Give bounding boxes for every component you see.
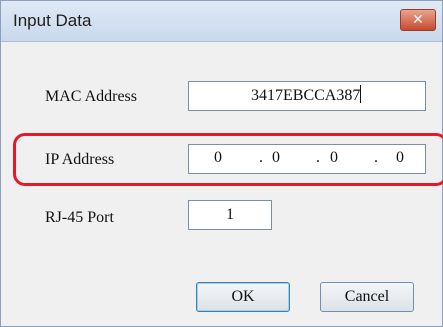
text-caret (360, 85, 362, 103)
input-data-dialog: Input Data ✕ MAC Address 3417EBCCA387 IP… (0, 0, 443, 327)
ip-address-highlight (13, 133, 443, 186)
mac-address-input[interactable]: 3417EBCCA387 (188, 81, 426, 111)
mac-address-label: MAC Address (45, 88, 138, 105)
rj45-port-label: RJ-45 Port (45, 209, 114, 226)
window-title: Input Data (13, 11, 92, 30)
rj45-port-input[interactable]: 1 (188, 200, 272, 230)
mac-address-value: 3417EBCCA387 (251, 87, 361, 104)
title-bar[interactable]: Input Data ✕ (1, 1, 442, 42)
close-icon: ✕ (412, 12, 424, 28)
cancel-button[interactable]: Cancel (320, 282, 414, 312)
close-button[interactable]: ✕ (400, 9, 436, 31)
ok-button[interactable]: OK (196, 282, 290, 312)
